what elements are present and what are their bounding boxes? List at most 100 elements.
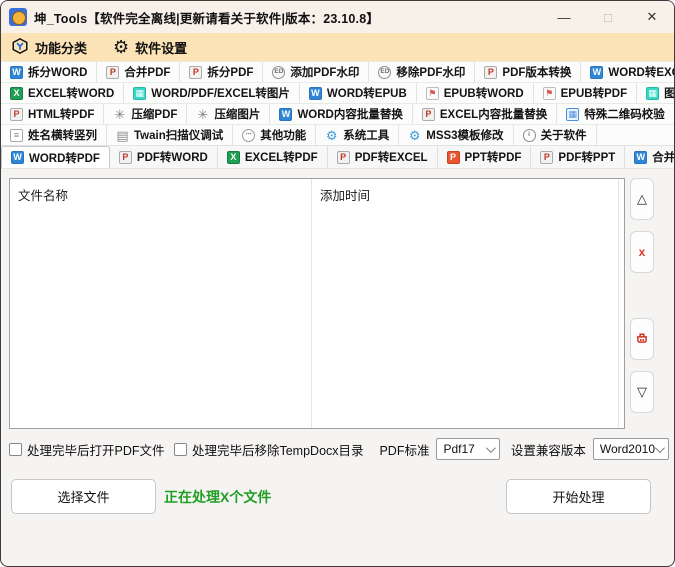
toolbar-button[interactable]: ✳ 压缩图片 [187,104,270,124]
pdf-icon: P [422,108,435,121]
pdf-icon: P [337,151,350,164]
toolbar-button[interactable]: ⚑EPUB转PDF [534,83,637,103]
compress-icon: ✳ [196,108,209,121]
clear-list-button[interactable] [630,318,654,360]
move-up-button[interactable]: △ [630,178,654,220]
pdf-icon: P [106,66,119,79]
toolbar-button-label: EXCEL内容批量替换 [440,106,547,122]
toolbar-button[interactable]: W拆分WORD [1,62,97,82]
move-down-button[interactable]: ▽ [630,371,654,413]
toolbar-button-label: WORD内容批量替换 [297,106,402,122]
tab-button[interactable]: W 合并WORD [625,146,675,168]
pdf-standard-value: Pdf17 [443,442,474,456]
epub-icon: ⚑ [426,87,439,100]
toolbar-button-label: 特殊二维码校验 [584,106,665,122]
toolbar-button[interactable]: XEXCEL转WORD [1,83,124,103]
compat-version-select[interactable]: Word2010 [593,438,669,460]
toolbar-button[interactable]: ⋯ 其他功能 [233,125,316,145]
pdf-icon: P [119,151,132,164]
pdf-standard-label: PDF标准 [379,440,429,459]
toolbar-button[interactable]: WWORD转EXCEL [581,62,675,82]
toolbar-button[interactable]: ED添加PDF水印 [263,62,369,82]
pdf-icon: P [189,66,202,79]
minimize-button[interactable]: — [542,1,586,33]
toolbar: W拆分WORDP合并PDFP拆分PDFED添加PDF水印ED移除PDF水印PPD… [1,61,674,169]
window-controls: — □ ✕ [542,1,674,33]
select-files-button[interactable]: 选择文件 [11,479,156,514]
options-row: 处理完毕后打开PDF文件 处理完毕后移除TempDocx目录 PDF标准 Pdf… [9,438,669,460]
toolbar-button-label: 图片转PDF [664,85,675,101]
maximize-button[interactable]: □ [586,1,630,33]
toolbar-button-label: WORD/PDF/EXCEL转图片 [151,85,290,101]
toolbar-button[interactable]: i 关于软件 [514,125,597,145]
image-icon: ▦ [133,87,146,100]
more-icon: ⋯ [242,129,255,142]
image-icon: ▦ [646,87,659,100]
menu-item-function-categories[interactable]: 功能分类 [11,37,87,58]
toolbar-button-label: 系统工具 [343,127,389,143]
word-icon: W [309,87,322,100]
toolbar-button[interactable]: ED移除PDF水印 [369,62,475,82]
toolbar-button[interactable]: P合并PDF [97,62,180,82]
processing-status-text: 正在处理X个文件 [164,487,271,507]
open-pdf-checkbox-label: 处理完毕后打开PDF文件 [27,440,165,459]
close-button[interactable]: ✕ [630,1,674,33]
tab-button[interactable]: PPPT转PDF [438,146,532,168]
toolbar-button[interactable]: ≡姓名横转竖列 [1,125,107,145]
word-icon: W [11,151,24,164]
toolbar-button-label: 关于软件 [541,127,587,143]
toolbar-button[interactable]: P 拆分PDF [180,62,263,82]
toolbar-button[interactable]: P PDF版本转换 [475,62,581,82]
toolbar-button[interactable]: W WORD转EPUB [300,83,417,103]
toolbar-button[interactable]: P HTML转PDF [1,104,104,124]
info-icon: i [523,129,536,142]
toolbar-row: W拆分WORDP合并PDFP拆分PDFED添加PDF水印ED移除PDF水印PPD… [1,61,674,82]
toolbar-button[interactable]: ▤Twain扫描仪调试 [107,125,233,145]
toolbar-button-label: EXCEL转PDF [245,149,318,165]
column-header-file-name[interactable]: 文件名称 [10,179,311,204]
open-pdf-checkbox[interactable] [9,443,22,456]
toolbar-button[interactable]: P EXCEL内容批量替换 [413,104,557,124]
toolbar-button-label: MSS3模板修改 [426,127,503,143]
column-convert-status: 转 [619,179,624,428]
toolbar-button-label: 拆分PDF [207,64,253,80]
toolbar-button[interactable]: ▦ 图片转PDF [637,83,675,103]
column-header-convert-status[interactable]: 转 [619,179,624,204]
tab-button[interactable]: PPDF转EXCEL [328,146,438,168]
toolbar-button-label: 合并WORD [652,149,675,165]
toolbar-button[interactable]: ▦ WORD/PDF/EXCEL转图片 [124,83,300,103]
chevron-down-icon [655,443,665,453]
pdf-icon: P [540,151,553,164]
word-icon: W [634,151,647,164]
toolbar-button[interactable]: ⚙系统工具 [316,125,399,145]
tab-button[interactable]: PPDF转WORD [110,146,218,168]
pdf-icon: P [10,108,23,121]
remove-x-icon: x [639,245,646,259]
toolbar-button-label: WORD转EXCEL [608,64,675,80]
toolbar-button[interactable]: ✳压缩PDF [104,104,187,124]
ppt-icon: P [447,151,460,164]
tab-button[interactable]: WWORD转PDF [1,146,110,168]
toolbar-button[interactable]: WWORD内容批量替换 [270,104,412,124]
toolbar-button-label: WORD转EPUB [327,85,407,101]
pdf-standard-select[interactable]: Pdf17 [436,438,500,460]
toolbar-button-label: 其他功能 [260,127,306,143]
tab-button[interactable]: PPDF转PPT [531,146,625,168]
clear-brush-icon [633,329,651,350]
toolbar-button-label: 姓名横转竖列 [28,127,97,143]
remove-file-button[interactable]: x [630,231,654,273]
toolbar-button-label: HTML转PDF [28,106,94,122]
remove-tempdocx-checkbox[interactable] [174,443,187,456]
pdf-icon: P [484,66,497,79]
toolbar-button[interactable]: ⚙MSS3模板修改 [399,125,513,145]
toolbar-button-label: PDF版本转换 [502,64,571,80]
tab-button[interactable]: XEXCEL转PDF [218,146,328,168]
toolbar-button-label: 压缩图片 [214,106,260,122]
toolbar-button-label: 移除PDF水印 [396,64,465,80]
toolbar-button[interactable]: ⚑EPUB转WORD [417,83,534,103]
compat-version-value: Word2010 [600,442,655,456]
menu-item-software-settings[interactable]: ⚙ 软件设置 [113,38,187,57]
toolbar-button[interactable]: ▦特殊二维码校验 [557,104,675,124]
column-header-add-time[interactable]: 添加时间 [312,179,618,204]
start-processing-button[interactable]: 开始处理 [506,479,651,514]
